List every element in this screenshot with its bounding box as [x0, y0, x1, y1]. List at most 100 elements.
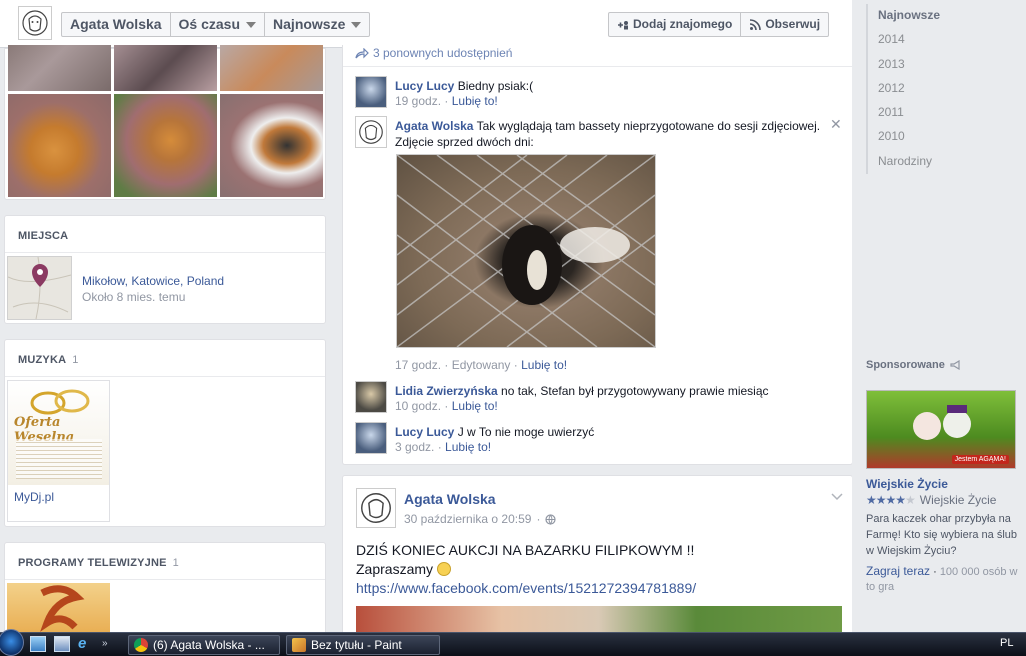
- comment-time[interactable]: 19 godz.: [395, 94, 441, 108]
- task-label: Bez tytułu - Paint: [311, 638, 402, 652]
- year-item[interactable]: 2010: [868, 125, 1016, 149]
- fence-photo: [397, 155, 655, 347]
- shares-label: 3 ponownych udostępnień: [373, 46, 513, 60]
- profile-avatar[interactable]: [18, 6, 52, 40]
- photo-thumbnail[interactable]: [114, 45, 217, 91]
- year-item[interactable]: 2012: [868, 77, 1016, 101]
- post-author[interactable]: Agata Wolska: [404, 491, 496, 507]
- sponsored-title: Sponsorowane: [866, 359, 945, 371]
- tv-heading: PROGRAMY TELEWIZYJNE 1: [5, 543, 325, 580]
- add-friend-button[interactable]: Dodaj znajomego: [609, 13, 742, 36]
- timeline-nav: Agata Wolska Oś czasu Najnowsze: [61, 12, 371, 37]
- ad-title[interactable]: Wiejskie Życie: [866, 477, 1018, 491]
- task-paint[interactable]: Bez tytułu - Paint: [286, 635, 440, 655]
- map-pin-icon: [7, 256, 72, 320]
- places-heading: MIEJSCA: [5, 216, 325, 253]
- photo-thumbnail[interactable]: [220, 94, 323, 197]
- commenter-name[interactable]: Agata Wolska: [395, 119, 473, 133]
- ad-rating-label: Wiejskie Życie: [919, 493, 997, 507]
- task-chrome[interactable]: (6) Agata Wolska - ...: [128, 635, 280, 655]
- music-title: MUZYKA: [18, 354, 67, 366]
- timeline-dropdown[interactable]: Oś czasu: [171, 13, 266, 36]
- chevron-down-icon[interactable]: [831, 490, 843, 504]
- chevron-right-icon[interactable]: »: [102, 636, 108, 652]
- post-comments-card: 3 ponownych udostępnień Lucy Lucy Biedny…: [342, 45, 853, 465]
- year-item[interactable]: 2011: [868, 101, 1016, 125]
- task-label: (6) Agata Wolska - ...: [153, 638, 265, 652]
- basset-logo-icon: [361, 493, 391, 523]
- chevron-down-icon: [246, 21, 257, 28]
- comment-body: Lidia Zwierzyńska no tak, Stefan był prz…: [395, 383, 835, 399]
- commenter-name[interactable]: Lucy Lucy: [395, 425, 454, 439]
- close-icon[interactable]: ✕: [830, 116, 842, 133]
- year-item[interactable]: 2013: [868, 53, 1016, 77]
- star-rating-icon: ★★★★: [866, 493, 906, 507]
- comment: Agata Wolska Tak wyglądają tam bassety n…: [355, 116, 845, 376]
- ie-icon[interactable]: e: [78, 636, 94, 652]
- ad-body: Para kaczek ohar przybyła na Farmę! Kto …: [866, 513, 1018, 557]
- sort-label: Najnowsze: [273, 16, 346, 32]
- music-count: 1: [72, 354, 79, 366]
- year-item[interactable]: 2014: [868, 28, 1016, 52]
- follow-button[interactable]: Obserwuj: [741, 13, 828, 36]
- map-thumbnail[interactable]: [7, 256, 72, 320]
- comment-meta: 17 godz. · Edytowany · Lubię to!: [395, 358, 568, 372]
- globe-icon[interactable]: [545, 513, 557, 525]
- music-cover-fineprint: [16, 439, 102, 479]
- taskbar: e » (6) Agata Wolska - ... Bez tytułu - …: [0, 632, 1026, 656]
- profile-name-button[interactable]: Agata Wolska: [62, 13, 171, 36]
- comment: Lidia Zwierzyńska no tak, Stefan był prz…: [355, 381, 845, 415]
- commenter-name[interactable]: Lucy Lucy: [395, 79, 454, 93]
- comment-meta: 10 godz. · Lubię to!: [395, 399, 498, 413]
- place-location[interactable]: Mikołow, Katowice, Poland: [82, 274, 224, 288]
- photo-thumbnail[interactable]: [220, 45, 323, 91]
- comment-photo[interactable]: [396, 154, 656, 348]
- ad-image[interactable]: Jestem AGĄMA!: [866, 390, 1016, 469]
- desktop-icon[interactable]: [30, 636, 46, 652]
- year-item[interactable]: Najnowsze: [868, 4, 1016, 28]
- chrome-icon: [134, 638, 148, 652]
- like-link[interactable]: Lubię to!: [445, 440, 491, 454]
- smile-emoji-icon: [436, 562, 451, 576]
- comment-text: J w To nie moge uwierzyć: [457, 425, 595, 439]
- ad-rating: ★★★★ ★ Wiejskie Życie: [866, 493, 1018, 507]
- comment-time[interactable]: 10 godz.: [395, 399, 441, 413]
- window-switcher-icon[interactable]: [54, 636, 70, 652]
- comment-time[interactable]: 3 godz.: [395, 440, 434, 454]
- timeline-years: Najnowsze 2014 2013 2012 2011 2010 Narod…: [866, 4, 1016, 175]
- sort-dropdown[interactable]: Najnowsze: [265, 13, 369, 36]
- language-indicator[interactable]: PL: [1000, 637, 1013, 649]
- post-card: Agata Wolska 30 października o 20:59 · DZ…: [342, 475, 853, 646]
- quick-launch: e »: [30, 636, 108, 652]
- post-link[interactable]: https://www.facebook.com/events/15212723…: [356, 579, 696, 598]
- commenter-name[interactable]: Lidia Zwierzyńska: [395, 384, 498, 398]
- photo-thumbnail[interactable]: [8, 94, 111, 197]
- author-avatar[interactable]: [356, 488, 396, 528]
- commenter-avatar[interactable]: [355, 381, 387, 413]
- post-date[interactable]: 30 października o 20:59: [404, 512, 531, 526]
- post-body: DZIŚ KONIEC AUKCJI NA BAZARKU FILIPKOWYM…: [356, 541, 696, 598]
- like-link[interactable]: Lubię to!: [452, 94, 498, 108]
- commenter-avatar[interactable]: [355, 76, 387, 108]
- photo-thumbnail[interactable]: [114, 94, 217, 197]
- photo-thumbnail[interactable]: [8, 45, 111, 91]
- commenter-avatar[interactable]: [355, 422, 387, 454]
- music-item[interactable]: Oferta Weselna MyDj.pl: [7, 380, 110, 522]
- comment-body: Agata Wolska Tak wyglądają tam bassety n…: [395, 118, 835, 150]
- like-link[interactable]: Lubię to!: [452, 399, 498, 413]
- comment-time[interactable]: 17 godz.: [395, 358, 441, 372]
- star-empty-icon: ★: [905, 493, 916, 507]
- tv-title: PROGRAMY TELEWIZYJNE: [18, 557, 167, 569]
- year-item[interactable]: Narodziny: [868, 150, 1016, 174]
- shares-link[interactable]: 3 ponownych udostępnień: [355, 46, 512, 60]
- megaphone-icon[interactable]: [950, 360, 962, 370]
- like-link[interactable]: Lubię to!: [521, 358, 567, 372]
- ad-cta-link[interactable]: Zagraj teraz: [866, 564, 930, 578]
- commenter-avatar[interactable]: [355, 116, 387, 148]
- place-time: Około 8 mies. temu: [82, 290, 186, 304]
- comment: Lucy Lucy J w To nie moge uwierzyć 3 god…: [355, 422, 845, 456]
- music-item-label: MyDj.pl: [14, 490, 55, 504]
- music-cover: Oferta Weselna: [8, 381, 109, 485]
- share-icon: [355, 47, 369, 58]
- post-text-line2-row: Zapraszamy: [356, 560, 696, 579]
